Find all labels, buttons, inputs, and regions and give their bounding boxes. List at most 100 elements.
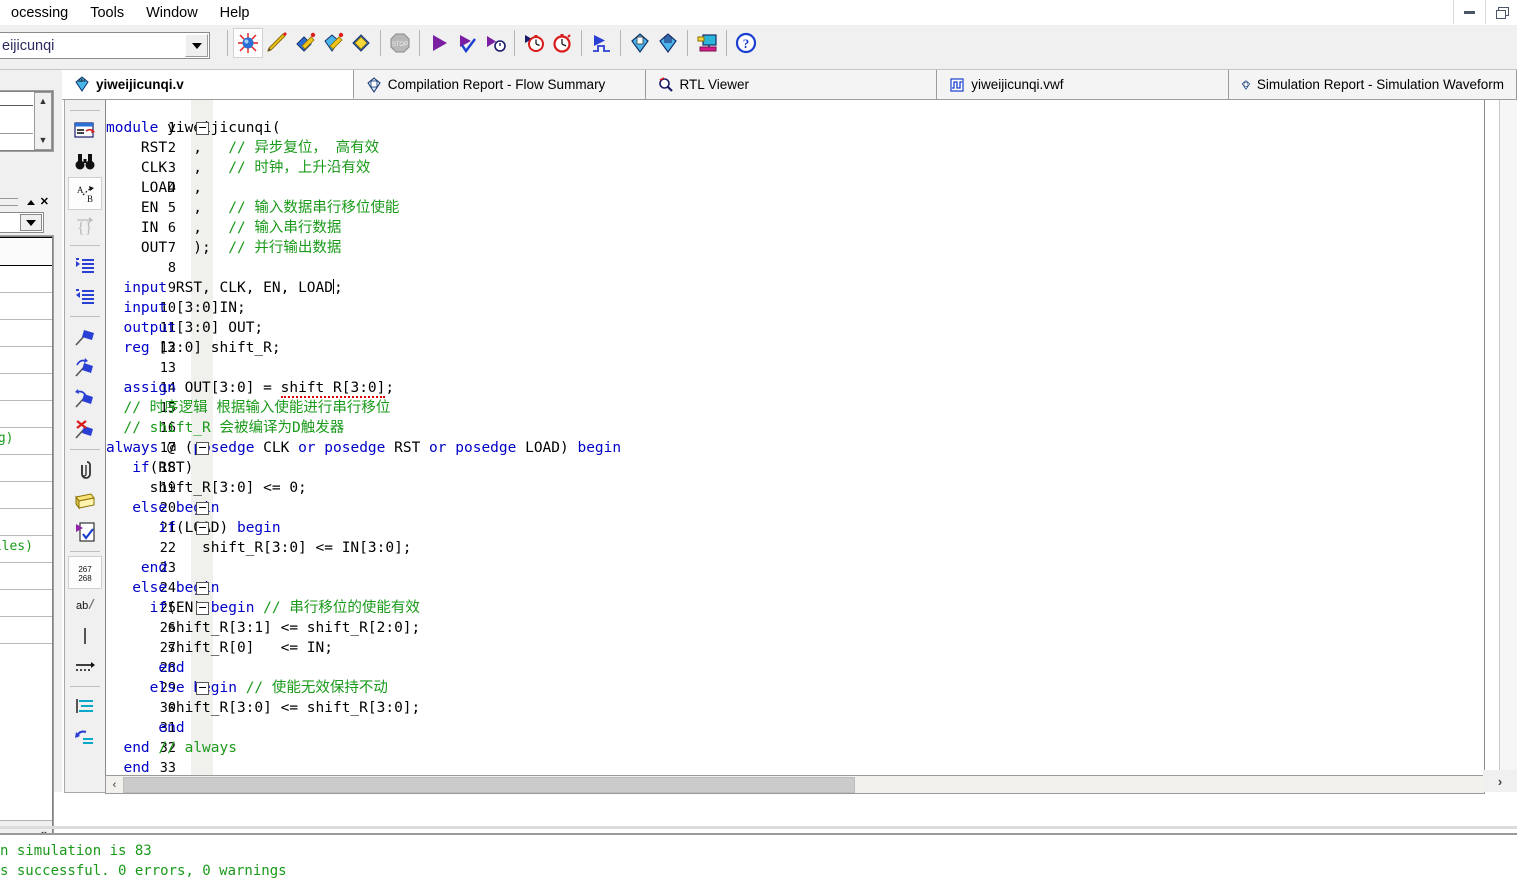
- code-line[interactable]: if(RST): [106, 458, 193, 478]
- vtb-find[interactable]: [69, 146, 101, 177]
- code-line[interactable]: shift_R[3:1] <= shift_R[2:0];: [106, 618, 420, 638]
- fold-toggle-icon[interactable]: [196, 522, 209, 535]
- tab-rtl-viewer[interactable]: RTL Viewer: [645, 70, 938, 99]
- fold-toggle-icon[interactable]: [196, 602, 209, 615]
- left-panel-top[interactable]: ▲ ▼: [0, 90, 54, 152]
- code-line[interactable]: LOAD ,: [106, 178, 202, 198]
- fold-toggle-icon[interactable]: [196, 582, 209, 595]
- left-panel-hierarchy[interactable]: ng) files) »: [0, 235, 54, 847]
- toolbar-start-timing[interactable]: [481, 29, 509, 57]
- code-line[interactable]: shift_R[3:0] <= 0;: [106, 478, 307, 498]
- table-row[interactable]: [0, 293, 52, 320]
- menu-processing[interactable]: ocessing: [0, 3, 79, 23]
- toolbar-start-compilation[interactable]: [233, 28, 263, 58]
- table-row[interactable]: [0, 347, 52, 374]
- pane-splitter[interactable]: [0, 826, 1517, 829]
- toolbar-pin-planner[interactable]: [693, 29, 721, 57]
- fold-toggle-icon[interactable]: [196, 682, 209, 695]
- vtb-line-numbers[interactable]: 267 268: [68, 556, 102, 589]
- table-row[interactable]: [0, 320, 52, 347]
- fold-toggle-icon[interactable]: [196, 122, 209, 135]
- code-line[interactable]: end: [106, 658, 184, 678]
- toolbar-assignment-editor[interactable]: [654, 29, 682, 57]
- vtb-insert-file[interactable]: [69, 485, 101, 516]
- tab-compilation-report[interactable]: Compilation Report - Flow Summary: [353, 70, 646, 99]
- table-row[interactable]: [0, 455, 52, 482]
- vtb-find-replace[interactable]: [69, 115, 101, 146]
- table-row[interactable]: [0, 563, 52, 590]
- code-line[interactable]: OUT ); // 并行输出数据: [106, 238, 342, 258]
- messages-pane[interactable]: n simulation is 83 s successful. 0 error…: [0, 833, 1517, 894]
- vtb-insert-template[interactable]: [69, 454, 101, 485]
- tab-yiweijicunqi-vwf[interactable]: yiweijicunqi.vwf: [937, 70, 1229, 99]
- vtb-go-to[interactable]: A B: [68, 177, 102, 210]
- vtb-align[interactable]: [69, 691, 101, 722]
- toolbar-fitter[interactable]: [291, 29, 319, 57]
- fold-toggle-icon[interactable]: [196, 502, 209, 515]
- left-panel-combo-dropdown[interactable]: [20, 214, 42, 231]
- table-row[interactable]: ng): [0, 428, 52, 455]
- toolbar-assembler[interactable]: [319, 29, 347, 57]
- vtb-insert-constraint[interactable]: [69, 516, 101, 547]
- code-line[interactable]: CLK , // 时钟，上升沿有效: [106, 158, 371, 178]
- code-line[interactable]: // 时序逻辑 根据输入使能进行串行移位: [106, 398, 390, 418]
- panel-grip[interactable]: [0, 198, 18, 206]
- left-panel-top-scrollbar[interactable]: ▲ ▼: [34, 92, 52, 150]
- tab-simulation-report[interactable]: Simulation Report - Simulation Waveform: [1229, 70, 1517, 99]
- code-line[interactable]: shift_R[3:0] <= IN[3:0];: [106, 538, 412, 558]
- vtb-clear-bookmarks[interactable]: [69, 414, 101, 445]
- restore-button[interactable]: [1485, 0, 1517, 24]
- code-line[interactable]: shift_R[0] <= IN;: [106, 638, 333, 658]
- table-row[interactable]: [0, 590, 52, 617]
- code-editor[interactable]: 1 2 3 4 5 6 7 8 9 10 11 12 13 14 15 16 17 18 19 20 21 22 23 24 2…: [105, 100, 1485, 793]
- menu-help[interactable]: Help: [209, 3, 261, 23]
- code-line[interactable]: shift_R[3:0] <= shift_R[3:0];: [106, 698, 420, 718]
- menu-window[interactable]: Window: [135, 3, 209, 23]
- code-line[interactable]: // shift_R 会被编译为D触发器: [106, 418, 344, 438]
- vtb-next-bookmark[interactable]: [69, 352, 101, 383]
- code-line[interactable]: if(EN) begin // 串行移位的使能有效: [106, 598, 420, 618]
- toolbar-start-compilation-check[interactable]: [453, 29, 481, 57]
- scroll-up-arrow-icon[interactable]: ▲: [35, 93, 51, 108]
- vtb-undo-align[interactable]: [69, 722, 101, 753]
- left-panel-titlebar[interactable]: ✕: [0, 195, 52, 209]
- vtb-tab-arrow[interactable]: [69, 651, 101, 682]
- code-line[interactable]: output[3:0] OUT;: [106, 318, 263, 338]
- toolbar-start-analysis[interactable]: [425, 29, 453, 57]
- code-line[interactable]: always @ (posedge CLK or posedge RST or …: [106, 438, 621, 458]
- code-line[interactable]: RST , // 异步复位， 高有效: [106, 138, 379, 158]
- table-row[interactable]: [0, 617, 52, 644]
- code-line[interactable]: else begin // 使能无效保持不动: [106, 678, 388, 698]
- code-line[interactable]: end // always: [106, 738, 237, 758]
- horizontal-scroll-thumb[interactable]: [123, 776, 855, 793]
- table-row[interactable]: files): [0, 536, 52, 563]
- toolbar-start-simulation[interactable]: [587, 29, 615, 57]
- vtb-toggle-comment[interactable]: ab: [69, 589, 101, 620]
- toolbar-programmer[interactable]: [626, 29, 654, 57]
- tab-yiweijicunqi-v[interactable]: abc yiweijicunqi.v: [62, 70, 354, 99]
- table-row[interactable]: [0, 374, 52, 401]
- vtb-decrease-indent[interactable]: [69, 281, 101, 312]
- toolbar-classic-timing-tool[interactable]: [548, 29, 576, 57]
- code-line[interactable]: EN , // 输入数据串行移位使能: [106, 198, 400, 218]
- table-row[interactable]: [0, 401, 52, 428]
- right-expand-chevron[interactable]: ›: [1483, 770, 1517, 792]
- menu-tools[interactable]: Tools: [79, 3, 135, 23]
- toolbar-timing-analyzer[interactable]: [347, 29, 375, 57]
- code-line[interactable]: input [3:0]IN;: [106, 298, 245, 318]
- code-line[interactable]: reg [3:0] shift_R;: [106, 338, 280, 358]
- vtb-text-cursor[interactable]: [69, 620, 101, 651]
- code-line[interactable]: assign OUT[3:0] = shift R[3:0];: [106, 378, 394, 398]
- editor-horizontal-scrollbar[interactable]: ‹: [105, 775, 1485, 794]
- vtb-previous-bookmark[interactable]: [69, 383, 101, 414]
- toolbar-analysis-synthesis[interactable]: [263, 29, 291, 57]
- vtb-increase-indent[interactable]: [69, 250, 101, 281]
- table-row[interactable]: [0, 482, 52, 509]
- code-line[interactable]: module yiweijicunqi(: [106, 118, 281, 138]
- combo-dropdown-button[interactable]: [185, 34, 208, 57]
- scroll-down-arrow-icon[interactable]: ▼: [35, 132, 51, 147]
- project-revision-combo[interactable]: eijicunqi: [0, 32, 210, 59]
- panel-collapse-icon[interactable]: [26, 199, 35, 205]
- toolbar-help[interactable]: ?: [732, 29, 760, 57]
- code-line[interactable]: input RST, CLK, EN, LOAD;: [106, 278, 343, 298]
